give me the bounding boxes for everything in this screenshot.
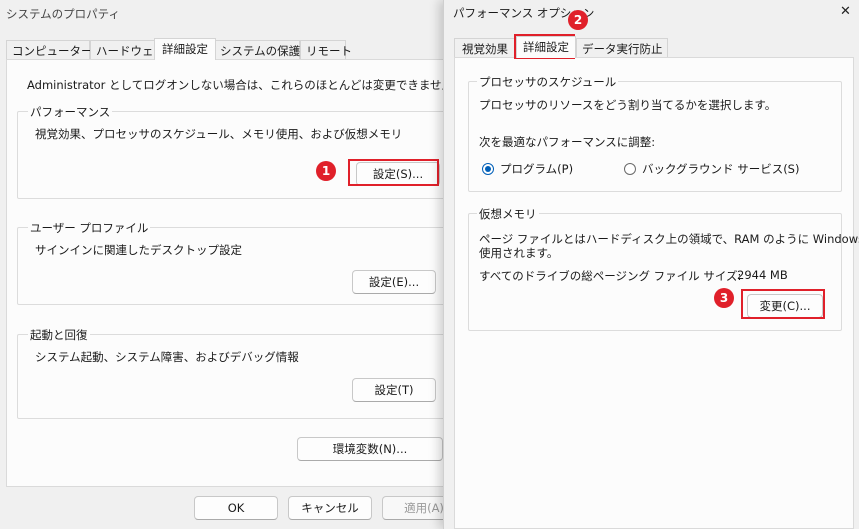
tab-bar: 視覚効果 詳細設定 データ実行防止 [454,36,854,58]
change-virtual-memory-button[interactable]: 変更(C)... [747,294,823,318]
total-paging-file-label: すべてのドライブの総ページング ファイル サイズ: [479,269,742,283]
close-icon[interactable]: ✕ [840,4,851,19]
tab-remote[interactable]: リモート [300,40,352,60]
total-paging-file-value: 2944 MB [737,268,788,282]
startup-recovery-description: システム起動、システム障害、およびデバッグ情報 [35,350,299,364]
programs-radio[interactable] [482,163,494,175]
tab-advanced[interactable]: 詳細設定 [516,36,576,58]
tab-advanced[interactable]: 詳細設定 [154,38,216,60]
tab-dep[interactable]: データ実行防止 [576,38,668,58]
processor-scheduling-heading: プロセッサのスケジュール [477,74,619,90]
user-profile-description: サインインに関連したデスクトップ設定 [35,243,242,257]
cancel-button[interactable]: キャンセル [288,496,372,520]
tab-bar: コンピューター名 ハードウェア 詳細設定 システムの保護 リモート [6,38,442,60]
performance-options-window: パフォーマンス オプション ✕ 視覚効果 詳細設定 データ実行防止 プロセッサの… [443,0,859,529]
performance-settings-button[interactable]: 設定(S)... [356,162,440,186]
user-profile-settings-button[interactable]: 設定(E)... [352,270,436,294]
user-profile-heading: ユーザー プロファイル [28,220,151,236]
ok-button[interactable]: OK [194,496,278,520]
startup-recovery-heading: 起動と回復 [28,327,90,343]
background-services-radio[interactable] [624,163,636,175]
step-badge-3: 3 [714,288,734,308]
background-services-label[interactable]: バックグラウンド サービス(S) [642,161,799,177]
tab-hardware[interactable]: ハードウェア [90,40,165,60]
performance-group: パフォーマンス 視覚効果、プロセッサのスケジュール、メモリ使用、および仮想メモリ… [17,104,449,199]
window-title: システムのプロパティ [6,7,120,21]
environment-variables-button[interactable]: 環境変数(N)... [297,437,443,461]
programs-label[interactable]: プログラム(P) [500,161,573,177]
performance-description: 視覚効果、プロセッサのスケジュール、メモリ使用、および仮想メモリ [35,127,403,141]
virtual-memory-heading: 仮想メモリ [477,206,539,222]
processor-scheduling-group: プロセッサのスケジュール プロセッサのリソースをどう割り当てるかを選択します。 … [468,74,842,192]
system-properties-window: システムのプロパティ コンピューター名 ハードウェア 詳細設定 システムの保護 … [0,0,466,529]
performance-heading: パフォーマンス [28,104,113,120]
tab-computer-name[interactable]: コンピューター名 [6,40,104,60]
user-profile-group: ユーザー プロファイル サインインに関連したデスクトップ設定 設定(E)... [17,220,449,305]
virtual-memory-group: 仮想メモリ ページ ファイルとはハードディスク上の領域で、RAM のように Wi… [468,206,859,331]
tab-system-protection[interactable]: システムの保護 [214,40,300,60]
adjust-label: 次を最適なパフォーマンスに調整: [479,135,656,149]
step-badge-1: 1 [316,161,336,181]
advanced-panel: プロセッサのスケジュール プロセッサのリソースをどう割り当てるかを選択します。 … [454,57,859,529]
admin-note: Administrator としてログオンしない場合は、これらのほとんどは変更で… [27,78,465,92]
startup-recovery-settings-button[interactable]: 設定(T) [352,378,436,402]
advanced-panel: Administrator としてログオンしない場合は、これらのほとんどは変更で… [6,59,465,487]
virtual-memory-description-line2: 使用されます。 [479,246,559,260]
startup-recovery-group: 起動と回復 システム起動、システム障害、およびデバッグ情報 設定(T) [17,327,449,419]
step-badge-2: 2 [568,10,588,30]
tab-visual-effects[interactable]: 視覚効果 [454,38,516,58]
processor-scheduling-description: プロセッサのリソースをどう割り当てるかを選択します。 [479,98,777,112]
